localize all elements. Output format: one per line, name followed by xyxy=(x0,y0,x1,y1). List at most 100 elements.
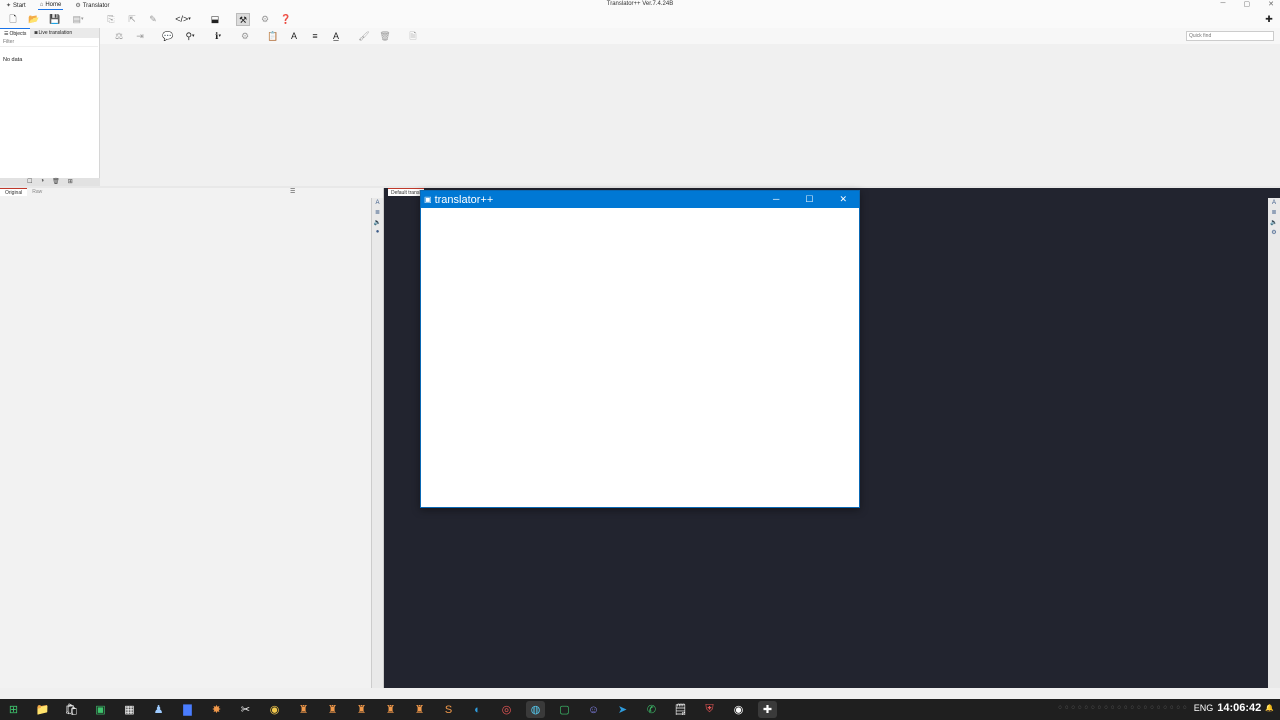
dot-icon[interactable]: ● xyxy=(376,229,380,235)
language-indicator[interactable]: ENG xyxy=(1194,703,1214,713)
window-controls: ─ ▢ ✕ xyxy=(1221,0,1274,8)
settings-icon[interactable]: ⚙ xyxy=(258,13,272,26)
discord-icon[interactable]: ☺ xyxy=(584,701,603,718)
game-icon[interactable]: ♜ xyxy=(381,701,400,718)
app-icon[interactable]: ▢ xyxy=(555,701,574,718)
save-icon[interactable]: 💾 xyxy=(48,13,62,26)
whatsapp-icon[interactable]: ✆ xyxy=(642,701,661,718)
no-data-text: No data xyxy=(3,57,23,63)
windows-start-icon[interactable]: ⊞ xyxy=(4,701,23,718)
tab-objects[interactable]: ☰ Objects xyxy=(0,28,31,38)
tree-icon[interactable]: ⚖ xyxy=(112,30,126,43)
editor-tabs: Original Raw xyxy=(0,188,383,196)
tab-original[interactable]: Original xyxy=(0,188,28,196)
edit-icon[interactable]: ✎ xyxy=(146,13,160,26)
gear-icon[interactable]: ⚙ xyxy=(238,30,252,43)
comment-icon[interactable]: 💬 xyxy=(161,30,175,43)
game-icon[interactable]: ♜ xyxy=(294,701,313,718)
format-icon[interactable]: ≣ xyxy=(1271,209,1276,216)
open-folder-icon[interactable]: 📂 xyxy=(27,13,41,26)
speaker-icon[interactable]: 🔈 xyxy=(1270,219,1277,226)
info-icon[interactable]: ℹ▾ xyxy=(208,30,228,43)
notepad-icon[interactable]: 🗒 xyxy=(671,701,690,718)
clock[interactable]: 14:06:42 xyxy=(1217,702,1261,714)
text-color-icon[interactable]: A̲ xyxy=(329,30,343,43)
select-all-icon[interactable]: ☐ xyxy=(27,178,32,186)
app-icon[interactable]: ♟ xyxy=(149,701,168,718)
tab-default-translation[interactable]: Default translation xyxy=(388,188,424,196)
title-bar: ✦ Start ⌂ Home ⚙ Translator Translator++… xyxy=(0,0,1280,11)
layout-icon[interactable]: ⬓ xyxy=(208,13,222,26)
tab-raw[interactable]: Raw xyxy=(27,188,47,196)
taskbar-apps: ⊞ 📁 🛍 ▣ ▦ ♟ ▇ ✸ ✂ ◉ ♜ ♜ ♜ ♜ ♜ S ◐ ◎ ◍ ▢ … xyxy=(4,701,777,718)
minimize-icon[interactable]: ─ xyxy=(1221,0,1226,8)
editor-side-toolbar: A ≣ 🔈 ● xyxy=(371,198,383,688)
translator-logo-icon: ✚ xyxy=(1265,14,1273,24)
import-icon[interactable]: ⎘ xyxy=(104,13,118,26)
document-icon[interactable]: 🗎 xyxy=(406,30,420,43)
file-explorer-icon[interactable]: 📁 xyxy=(33,701,52,718)
objects-footer: ☐ ◑ 🗑 ⊞ xyxy=(0,178,100,186)
chrome-icon[interactable]: ◎ xyxy=(497,701,516,718)
telegram-icon[interactable]: ➤ xyxy=(613,701,632,718)
translator-plus-icon[interactable]: ✚ xyxy=(758,701,777,718)
game-icon[interactable]: ♜ xyxy=(352,701,371,718)
translation-grid[interactable] xyxy=(100,44,1280,186)
translator-modal: ▣ translator++ ─ ☐ ✕ xyxy=(420,190,860,508)
export-icon[interactable]: ⇱ xyxy=(125,13,139,26)
tab-live-translation-label: Live translation xyxy=(38,30,73,36)
maximize-icon[interactable]: ☐ xyxy=(805,194,813,205)
status-bar xyxy=(0,688,1280,699)
terminal-icon[interactable]: ▣ xyxy=(91,701,110,718)
login-icon[interactable]: ⇥ xyxy=(133,30,147,43)
trash-icon[interactable]: 🗑 xyxy=(378,30,392,43)
close-icon[interactable]: ✕ xyxy=(839,194,847,205)
new-project-icon[interactable]: 🗋 xyxy=(6,13,20,26)
game-icon[interactable]: ♜ xyxy=(410,701,429,718)
main-toolbar: 🗋 📂 💾 ▤▾ ⎘ ⇱ ✎ </>▾ ⬓ ⚒ ⚙ ❓ ✚ xyxy=(0,11,1280,28)
translate-icon[interactable]: A xyxy=(1272,200,1276,206)
app-icon[interactable]: ✂ xyxy=(236,701,255,718)
align-icon[interactable]: ≡ xyxy=(308,30,322,43)
notification-icon[interactable]: 🔔 xyxy=(1265,704,1274,712)
obs-icon[interactable]: ◉ xyxy=(729,701,748,718)
store-icon[interactable]: 🛍 xyxy=(62,701,81,718)
find-icon[interactable]: ⚲▾ xyxy=(180,30,200,43)
tray-icons[interactable]: ◌◌◌◌◌◌◌◌◌◌◌◌◌◌◌◌◌◌◌◌ xyxy=(1058,705,1189,711)
app-icon[interactable]: ▦ xyxy=(120,701,139,718)
delete-icon[interactable]: 🗑 xyxy=(52,178,60,186)
tab-live-translation[interactable]: ◙ Live translation xyxy=(30,28,76,38)
filter-input[interactable] xyxy=(0,38,98,47)
chart-app-icon[interactable]: ▇ xyxy=(178,701,197,718)
tools-icon[interactable]: ⚒ xyxy=(236,13,250,26)
translate-icon[interactable]: A xyxy=(375,200,379,206)
toggle-icon[interactable]: ◑ xyxy=(41,178,45,186)
edge-icon[interactable]: ◐ xyxy=(468,701,487,718)
quick-find-input[interactable] xyxy=(1186,31,1274,41)
gear-icon[interactable]: ⚙ xyxy=(1271,229,1276,236)
game-icon[interactable]: ♜ xyxy=(323,701,342,718)
save-as-icon[interactable]: ▤▾ xyxy=(67,13,89,26)
maximize-icon[interactable]: ▢ xyxy=(1244,0,1251,8)
minimize-icon[interactable]: ─ xyxy=(773,194,779,205)
app-icon[interactable]: ◉ xyxy=(265,701,284,718)
paste-icon[interactable]: 📋 xyxy=(266,30,280,43)
tab-objects-label: Objects xyxy=(9,30,27,37)
format-icon[interactable]: ≣ xyxy=(375,209,380,216)
help-icon[interactable]: ❓ xyxy=(279,13,293,26)
font-icon[interactable]: A xyxy=(287,30,301,43)
game-icon[interactable]: ✸ xyxy=(207,701,226,718)
globe-icon[interactable]: ◍ xyxy=(526,701,545,718)
brush-icon[interactable]: 🖌 xyxy=(357,30,371,43)
sublime-icon[interactable]: S xyxy=(439,701,458,718)
menu-icon[interactable]: ☰ xyxy=(290,188,295,195)
objects-panel: ☰ Objects ◙ Live translation No data ☐ ◑… xyxy=(0,28,100,186)
taskbar: ⊞ 📁 🛍 ▣ ▦ ♟ ▇ ✸ ✂ ◉ ♜ ♜ ♜ ♜ ♜ S ◐ ◎ ◍ ▢ … xyxy=(0,699,1280,720)
add-icon[interactable]: ⊞ xyxy=(68,178,73,186)
editor-panel: Original Raw ☰ A ≣ 🔈 ● xyxy=(0,188,384,688)
code-icon[interactable]: </>▾ xyxy=(172,13,194,26)
app-title: Translator++ Ver.7.4.24B xyxy=(606,1,674,7)
close-icon[interactable]: ✕ xyxy=(1268,0,1274,8)
speaker-icon[interactable]: 🔈 xyxy=(374,219,381,226)
shield-icon[interactable]: ⛨ xyxy=(700,701,719,718)
